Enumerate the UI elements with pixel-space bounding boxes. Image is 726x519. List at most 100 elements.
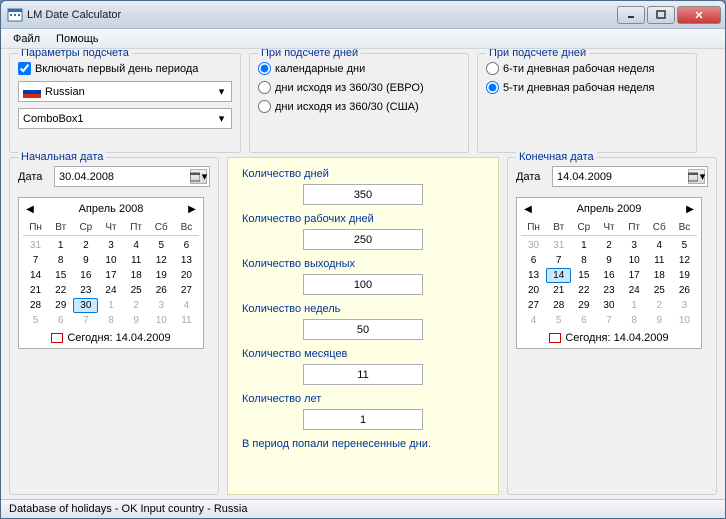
cal-day[interactable]: 25: [647, 283, 672, 298]
cal-day[interactable]: 14: [23, 268, 48, 283]
cal-next-button[interactable]: ▶: [683, 202, 697, 216]
cal-day[interactable]: 20: [174, 268, 199, 283]
cal-day[interactable]: 22: [571, 283, 596, 298]
cal-day[interactable]: 12: [672, 253, 697, 268]
cal-day[interactable]: 17: [622, 268, 647, 283]
cal-day[interactable]: 8: [48, 253, 73, 268]
maximize-button[interactable]: [647, 6, 675, 24]
cal-day[interactable]: 24: [98, 283, 123, 298]
cal-day[interactable]: 16: [596, 268, 621, 283]
days-input[interactable]: [303, 184, 423, 205]
cal-day[interactable]: 27: [174, 283, 199, 298]
cal-day[interactable]: 10: [672, 313, 697, 328]
titlebar[interactable]: LM Date Calculator: [1, 1, 725, 29]
cal-day[interactable]: 11: [174, 313, 199, 328]
cal-day[interactable]: 27: [521, 298, 546, 313]
cal-day[interactable]: 18: [124, 268, 149, 283]
cal-day[interactable]: 4: [174, 298, 199, 313]
years-input[interactable]: [303, 409, 423, 430]
cal-day[interactable]: 4: [124, 238, 149, 253]
cal-day[interactable]: 3: [149, 298, 174, 313]
combobox1[interactable]: ComboBox1 ▾: [18, 108, 232, 129]
cal-day[interactable]: 15: [48, 268, 73, 283]
cal-day[interactable]: 3: [98, 238, 123, 253]
cal-day[interactable]: 8: [98, 313, 123, 328]
cal-prev-button[interactable]: ◀: [521, 202, 535, 216]
menu-help[interactable]: Помощь: [48, 31, 107, 47]
cal-day[interactable]: 2: [596, 238, 621, 253]
cal-day[interactable]: 1: [48, 238, 73, 253]
workdays-input[interactable]: [303, 229, 423, 250]
start-date-picker[interactable]: 30.04.2008 ▾: [54, 166, 210, 187]
close-button[interactable]: [677, 6, 721, 24]
cal-day[interactable]: 13: [174, 253, 199, 268]
cal-day[interactable]: 4: [521, 313, 546, 328]
cal-next-button[interactable]: ▶: [185, 202, 199, 216]
start-calendar[interactable]: ◀ Апрель 2008 ▶ ПнВтСрЧтПтСбВс3112345678…: [18, 197, 204, 349]
cal-day[interactable]: 6: [174, 238, 199, 253]
cal-day[interactable]: 12: [149, 253, 174, 268]
cal-day[interactable]: 28: [546, 298, 571, 313]
cal-day[interactable]: 8: [622, 313, 647, 328]
end-today-link[interactable]: Сегодня: 14.04.2009: [521, 332, 697, 344]
months-input[interactable]: [303, 364, 423, 385]
cal-day[interactable]: 1: [622, 298, 647, 313]
cal-day[interactable]: 11: [124, 253, 149, 268]
cal-day[interactable]: 17: [98, 268, 123, 283]
cal-day[interactable]: 7: [73, 313, 98, 328]
cal-day[interactable]: 31: [23, 238, 48, 253]
radio-6day[interactable]: 6-ти дневная рабочая неделя: [486, 62, 688, 75]
start-today-link[interactable]: Сегодня: 14.04.2009: [23, 332, 199, 344]
cal-day[interactable]: 8: [571, 253, 596, 268]
cal-day[interactable]: 11: [647, 253, 672, 268]
cal-day[interactable]: 5: [672, 238, 697, 253]
cal-day[interactable]: 29: [571, 298, 596, 313]
radio-usa[interactable]: дни исходя из 360/30 (США): [258, 100, 460, 113]
cal-day[interactable]: 2: [647, 298, 672, 313]
cal-day[interactable]: 3: [622, 238, 647, 253]
cal-day[interactable]: 30: [521, 238, 546, 253]
cal-day[interactable]: 9: [647, 313, 672, 328]
end-calendar[interactable]: ◀ Апрель 2009 ▶ ПнВтСрЧтПтСбВс3031123456…: [516, 197, 702, 349]
cal-day[interactable]: 19: [672, 268, 697, 283]
cal-day[interactable]: 16: [73, 268, 98, 283]
cal-day[interactable]: 26: [672, 283, 697, 298]
cal-day[interactable]: 6: [48, 313, 73, 328]
cal-day[interactable]: 31: [546, 238, 571, 253]
radio-5day[interactable]: 5-ти дневная рабочая неделя: [486, 81, 688, 94]
cal-day[interactable]: 13: [521, 268, 546, 283]
language-combobox[interactable]: Russian ▾: [18, 81, 232, 102]
radio-calendar[interactable]: календарные дни: [258, 62, 460, 75]
cal-day[interactable]: 15: [571, 268, 596, 283]
cal-day[interactable]: 10: [622, 253, 647, 268]
cal-day[interactable]: 28: [23, 298, 48, 313]
cal-day[interactable]: 30: [73, 298, 98, 313]
cal-day[interactable]: 9: [73, 253, 98, 268]
cal-day[interactable]: 30: [596, 298, 621, 313]
cal-day[interactable]: 1: [571, 238, 596, 253]
cal-day[interactable]: 21: [23, 283, 48, 298]
cal-day[interactable]: 22: [48, 283, 73, 298]
cal-day[interactable]: 10: [98, 253, 123, 268]
cal-day[interactable]: 23: [596, 283, 621, 298]
cal-day[interactable]: 26: [149, 283, 174, 298]
cal-day[interactable]: 7: [546, 253, 571, 268]
cal-day[interactable]: 10: [149, 313, 174, 328]
cal-day[interactable]: 4: [647, 238, 672, 253]
cal-day[interactable]: 5: [149, 238, 174, 253]
cal-day[interactable]: 2: [73, 238, 98, 253]
cal-day[interactable]: 9: [596, 253, 621, 268]
cal-day[interactable]: 18: [647, 268, 672, 283]
end-date-picker[interactable]: 14.04.2009 ▾: [552, 166, 708, 187]
cal-day[interactable]: 5: [546, 313, 571, 328]
calendar-dropdown-icon[interactable]: ▾: [688, 169, 705, 184]
cal-day[interactable]: 29: [48, 298, 73, 313]
include-first-row[interactable]: Включать первый день периода: [18, 62, 232, 75]
end-cal-title[interactable]: Апрель 2009: [577, 203, 642, 215]
cal-day[interactable]: 1: [98, 298, 123, 313]
cal-day[interactable]: 25: [124, 283, 149, 298]
cal-day[interactable]: 23: [73, 283, 98, 298]
cal-day[interactable]: 7: [23, 253, 48, 268]
cal-day[interactable]: 6: [571, 313, 596, 328]
holidays-input[interactable]: [303, 274, 423, 295]
